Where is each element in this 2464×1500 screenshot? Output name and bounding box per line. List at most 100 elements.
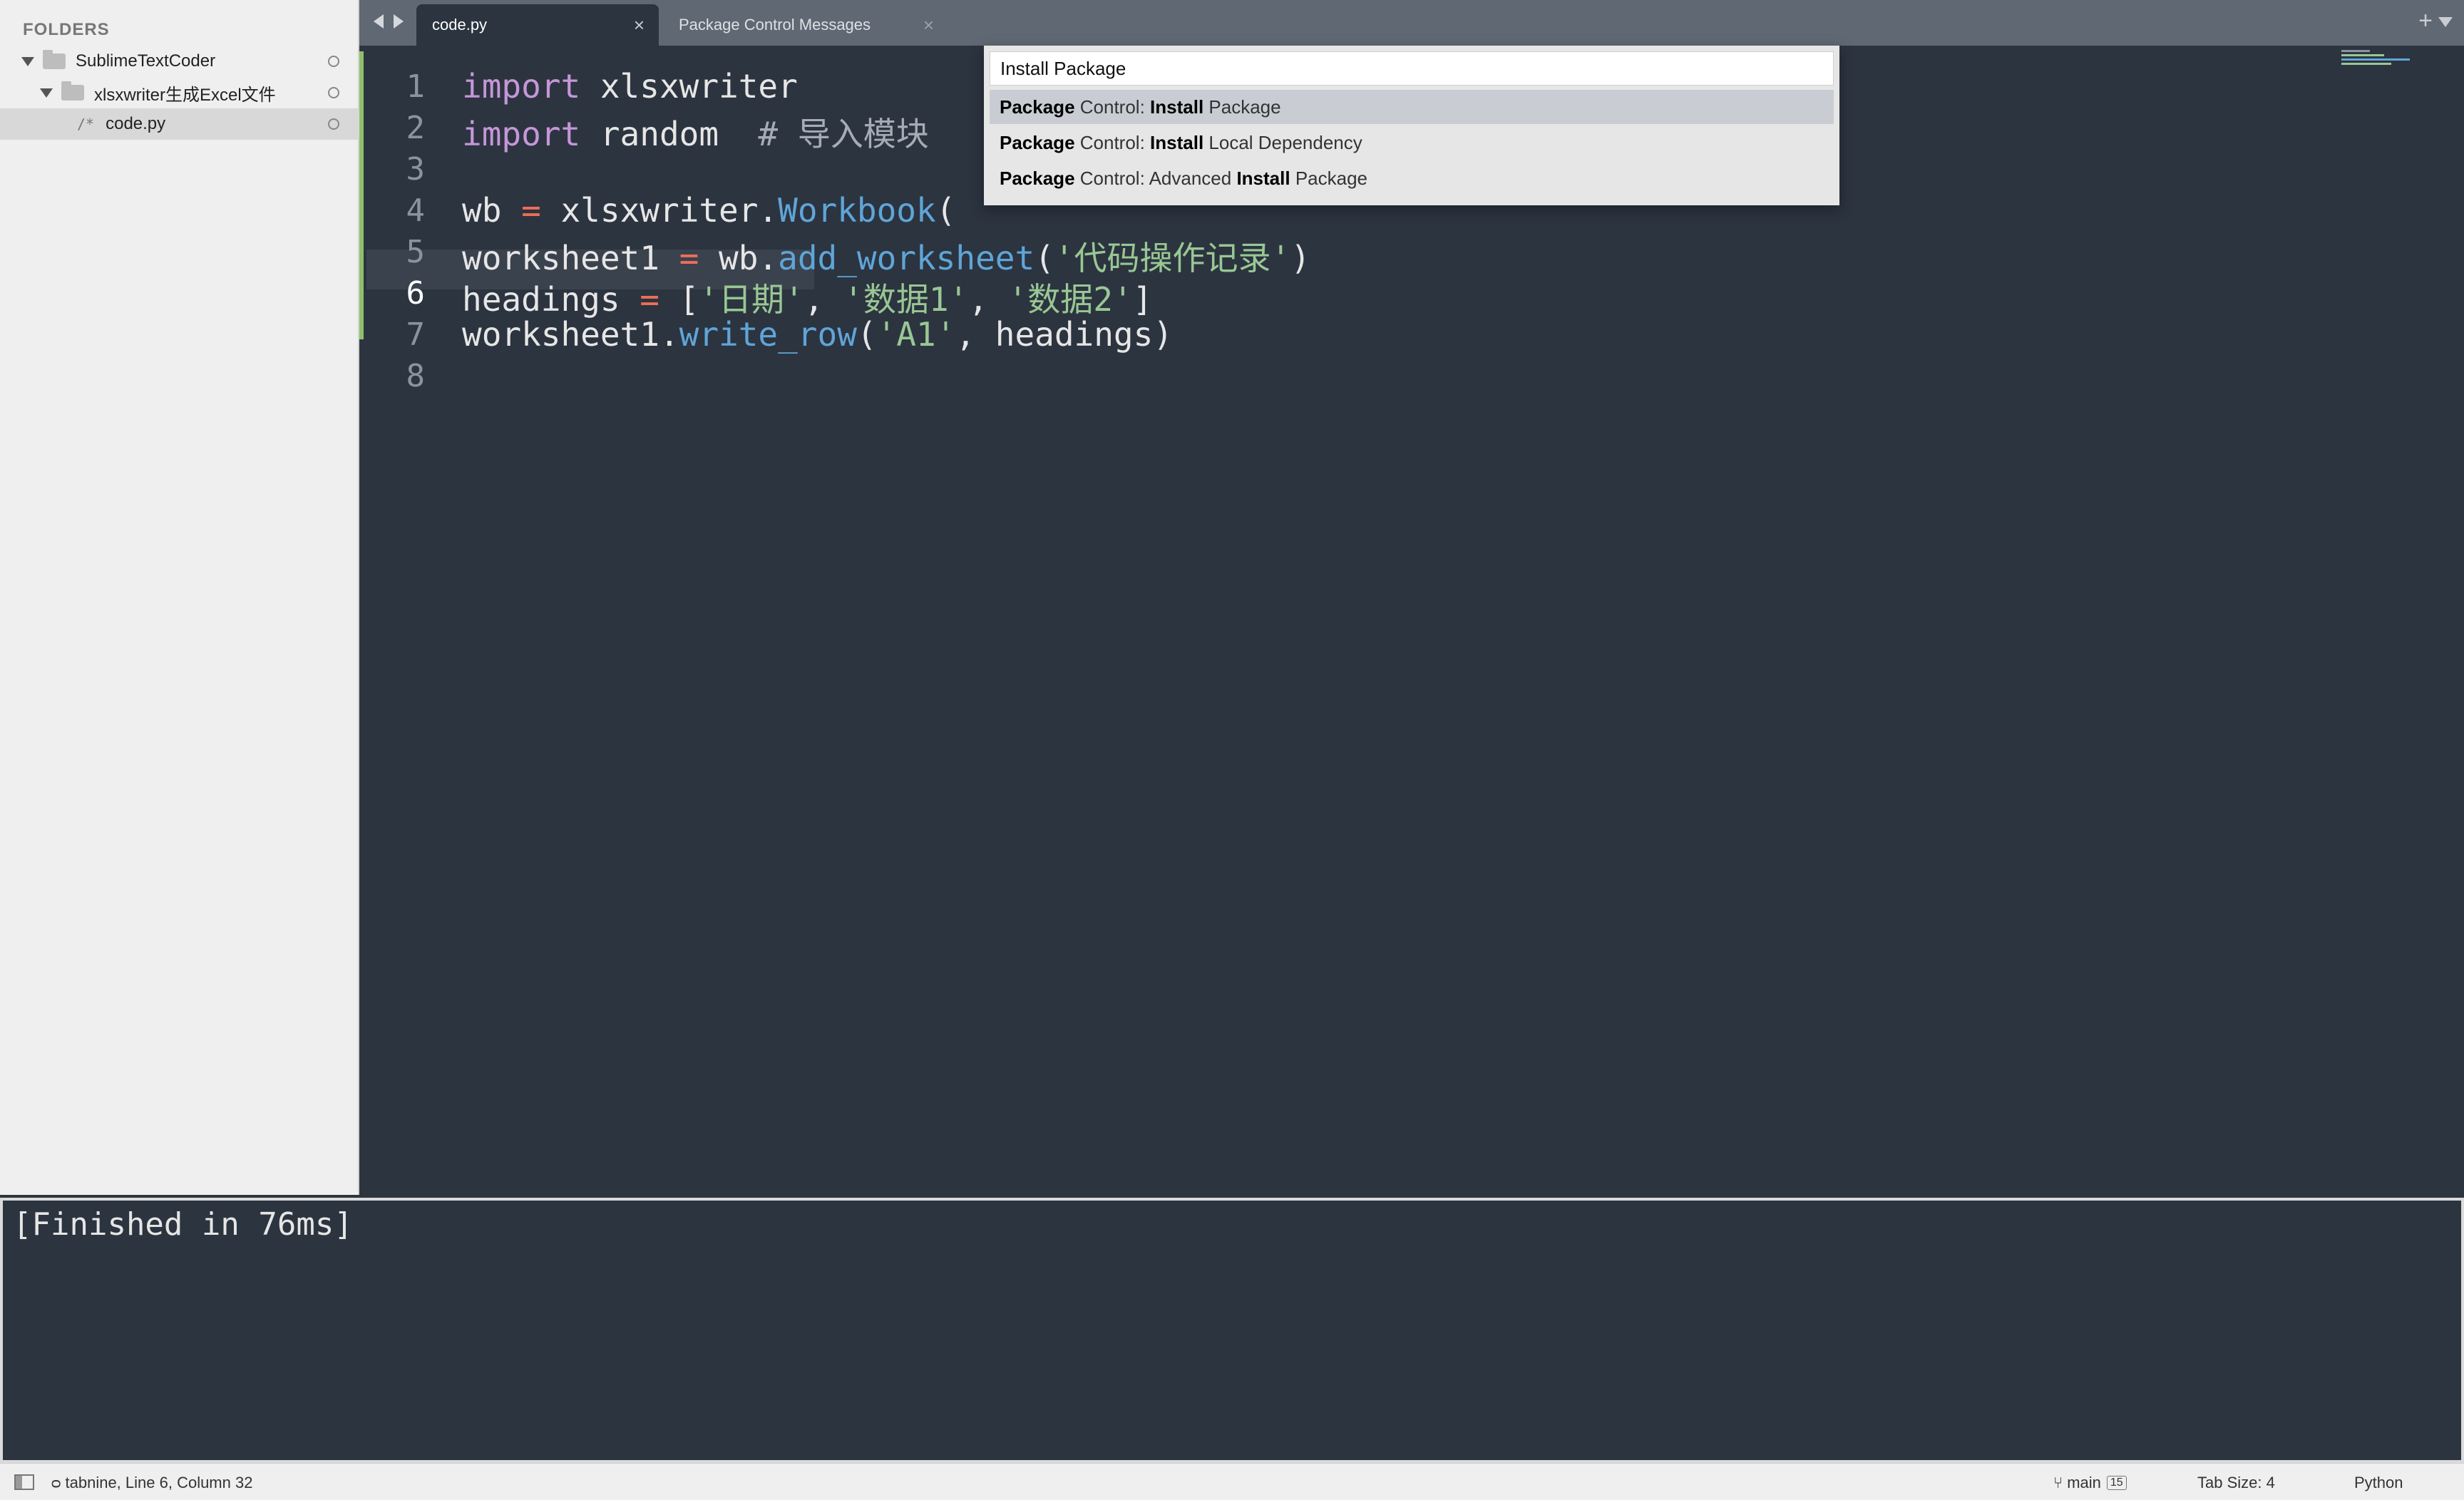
tab-package-control-messages[interactable]: Package Control Messages × [663,4,948,46]
line-number: 2 [406,110,426,146]
minimap-line [2341,63,2391,65]
item-text: Control: Advanced [1074,167,1237,189]
item-text: Control: [1074,96,1151,118]
code-text: , headings) [955,315,1174,354]
tab-label: Package Control Messages [679,16,871,34]
sidebar-file-code-py[interactable]: /* code.py [0,108,359,140]
code-editor[interactable]: 1 2 3 4 5 6 7 8 import xlsxwriter import… [359,46,2464,1195]
match-text: Install [1150,131,1204,153]
match-text: Package [1000,167,1075,189]
close-icon[interactable]: × [923,14,934,36]
tab-code-py[interactable]: code.py × [416,4,659,46]
status-circle-icon [328,118,339,130]
syntax-selector[interactable]: Python [2354,1474,2403,1492]
item-text: Package [1290,167,1367,189]
keyword: import [462,115,581,153]
function-name: add_worksheet [778,239,1035,277]
line-number-current: 6 [406,275,426,312]
code-line-1[interactable]: import xlsxwriter [462,67,798,106]
code-text: , [968,280,1008,319]
string-literal: '日期' [699,280,804,319]
operator: = [521,191,541,230]
disclosure-down-icon[interactable] [40,88,53,98]
code-text: worksheet1 [462,239,679,277]
code-text: wb [462,191,522,230]
folder-icon [61,81,84,101]
code-text: random [580,115,759,153]
new-tab-icon[interactable]: + [2418,7,2433,35]
palette-item-install-local-dependency[interactable]: Package Control: Install Local Dependenc… [990,125,1834,160]
palette-item-advanced-install-package[interactable]: Package Control: Advanced Install Packag… [990,161,1834,195]
string-literal: '代码操作记录' [1054,239,1291,277]
string-literal: '数据2' [1007,280,1133,319]
match-text: Install [1150,96,1204,118]
toggle-sidebar-icon[interactable] [14,1474,34,1490]
code-text: ] [1132,280,1153,319]
tab-size-selector[interactable]: Tab Size: 4 [2197,1474,2275,1492]
sidebar-folder-sublimetextcoder[interactable]: SublimeTextCoder [0,46,359,77]
folder-label: xlsxwriter生成Excel文件 [94,85,276,105]
close-icon[interactable]: × [634,14,645,36]
git-branch-name: main [2067,1474,2101,1491]
item-text: Package [1203,96,1281,118]
tab-label: code.py [432,16,488,34]
code-line-2[interactable]: import random # 导入模块 [462,108,929,155]
minimap-line [2341,58,2410,61]
palette-item-install-package[interactable]: Package Control: Install Package [990,90,1834,124]
build-output-panel[interactable]: [Finished in 76ms] [0,1198,2464,1463]
function-name: write_row [679,315,857,354]
line-number: 1 [406,68,426,105]
code-line-4[interactable]: wb = xlsxwriter.Workbook( [462,191,955,230]
match-text: Package [1000,131,1075,153]
code-text: [ [659,280,699,319]
status-position: ᴑ tabnine, Line 6, Column 32 [51,1474,253,1491]
code-text: ( [856,315,877,354]
status-circle-icon [328,56,339,67]
minimap-line [2341,54,2384,56]
code-text: , [804,280,844,319]
line-number: 7 [406,317,426,353]
code-text: ( [935,191,956,230]
code-line-5[interactable]: worksheet1 = wb.add_worksheet('代码操作记录') [462,232,1310,279]
python-file-icon: /* [77,115,95,133]
command-palette: Package Control: Install Package Package… [984,46,1839,205]
nav-forward-icon[interactable] [394,14,404,29]
code-line-7[interactable]: worksheet1.write_row('A1', headings) [462,315,1173,354]
string-literal: '数据1' [843,280,969,319]
line-number: 5 [406,234,426,270]
code-text: xlsxwriter [580,67,798,106]
tab-bar: code.py × Package Control Messages × + [359,0,2464,46]
line-number: 3 [406,151,426,188]
status-circle-icon [328,87,339,98]
code-text: worksheet1. [462,315,679,354]
tab-menu-chevron-down-icon[interactable] [2438,17,2453,27]
line-number: 8 [406,358,426,394]
sidebar: FOLDERS SublimeTextCoder xlsxwriter生成Exc… [0,0,359,1195]
folder-icon [43,50,66,69]
keyword: import [462,67,581,106]
function-name: Workbook [778,191,936,230]
git-change-count-badge: 15 [2106,1476,2127,1490]
line-number: 4 [406,192,426,229]
status-bar: ᴑ tabnine, Line 6, Column 32 ⑂ main 15 T… [0,1463,2464,1500]
string-literal: 'A1' [876,315,956,354]
code-text: ) [1290,239,1310,277]
folder-label: SublimeTextCoder [76,51,216,71]
code-text: headings [462,280,640,319]
code-line-6[interactable]: headings = ['日期', '数据1', '数据2'] [462,274,1152,321]
git-branch-status[interactable]: ⑂ main 15 [2053,1474,2127,1492]
command-palette-input[interactable] [990,51,1834,86]
match-text: Package [1000,96,1075,118]
minimap[interactable] [2341,50,2413,71]
file-label: code.py [106,114,166,133]
build-output-text: [Finished in 76ms] [13,1206,353,1243]
code-text: wb. [699,239,779,277]
disclosure-down-icon[interactable] [21,56,34,66]
match-text: Install [1236,167,1290,189]
nav-back-icon[interactable] [374,14,384,29]
item-text: Control: [1074,131,1151,153]
item-text: Local Dependency [1203,131,1362,153]
sidebar-folder-xlsxwriter[interactable]: xlsxwriter生成Excel文件 [0,77,359,108]
code-text: xlsxwriter. [540,191,779,230]
minimap-line [2341,50,2370,52]
